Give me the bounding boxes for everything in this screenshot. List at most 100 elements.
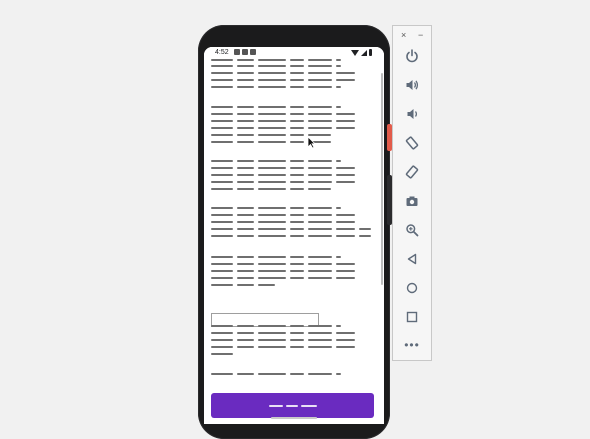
- text-placeholder-line: [308, 221, 332, 223]
- text-placeholder-line: [211, 59, 233, 61]
- text-placeholder-line: [258, 160, 286, 162]
- text-placeholder-line: [308, 72, 332, 74]
- text-placeholder-line: [308, 113, 332, 115]
- rotate-right-button[interactable]: [401, 161, 423, 183]
- text-placeholder-line: [258, 235, 286, 237]
- text-placeholder-line: [290, 221, 304, 223]
- text-placeholder-line: [290, 134, 304, 136]
- more-button[interactable]: •••: [401, 334, 423, 356]
- rotate-right-icon: [405, 165, 419, 179]
- text-placeholder-line: [211, 332, 233, 334]
- scroll-content[interactable]: [204, 59, 384, 424]
- text-placeholder-line: [290, 106, 304, 108]
- text-placeholder-line: [237, 65, 254, 67]
- text-placeholder-line: [290, 59, 304, 61]
- text-placeholder-line: [258, 72, 286, 74]
- text-placeholder-line: [290, 270, 304, 272]
- back-button[interactable]: [401, 248, 423, 270]
- text-placeholder-line: [211, 339, 233, 341]
- text-placeholder-line: [258, 113, 286, 115]
- emulator-toolbar: × − •••: [392, 25, 432, 361]
- text-placeholder-line: [308, 270, 332, 272]
- text-placeholder-line: [308, 235, 332, 237]
- text-placeholder-line: [258, 277, 286, 279]
- text-placeholder-line: [237, 228, 254, 230]
- text-placeholder-line: [258, 181, 286, 183]
- text-placeholder-line: [237, 221, 254, 223]
- text-placeholder-line: [211, 181, 233, 183]
- volume-up-icon: [406, 80, 419, 90]
- text-placeholder-line: [290, 373, 304, 375]
- text-placeholder-line: [290, 181, 304, 183]
- text-placeholder-line: [290, 79, 304, 81]
- status-time: 4:52: [215, 49, 229, 56]
- status-bar: 4:52: [204, 47, 384, 59]
- text-placeholder-line: [336, 214, 355, 216]
- minimize-icon[interactable]: −: [418, 30, 423, 40]
- back-icon: [407, 253, 417, 265]
- text-placeholder-line: [258, 141, 286, 143]
- power-button[interactable]: [401, 45, 423, 67]
- zoom-button[interactable]: [401, 219, 423, 241]
- text-placeholder-line: [336, 65, 341, 67]
- text-placeholder-line: [258, 256, 286, 258]
- scrollbar[interactable]: [381, 73, 383, 285]
- text-placeholder-line: [336, 127, 355, 129]
- text-placeholder-line: [308, 373, 332, 375]
- text-placeholder-line: [237, 373, 254, 375]
- text-placeholder-line: [237, 59, 254, 61]
- text-placeholder-line: [258, 221, 286, 223]
- text-placeholder-line: [258, 346, 286, 348]
- text-placeholder-line: [290, 120, 304, 122]
- text-placeholder-line: [336, 346, 355, 348]
- close-icon[interactable]: ×: [401, 30, 406, 40]
- screenshot-button[interactable]: [401, 190, 423, 212]
- text-placeholder-line: [336, 113, 355, 115]
- text-placeholder-line: [336, 86, 341, 88]
- rotate-left-button[interactable]: [401, 132, 423, 154]
- text-placeholder-line: [237, 120, 254, 122]
- text-placeholder-line: [290, 325, 304, 327]
- text-placeholder-line: [290, 65, 304, 67]
- text-placeholder-line: [308, 160, 332, 162]
- text-placeholder-line: [308, 228, 332, 230]
- text-placeholder-line: [211, 277, 233, 279]
- text-placeholder-line: [258, 86, 286, 88]
- text-placeholder-line: [211, 214, 233, 216]
- volume-down-button[interactable]: [401, 103, 423, 125]
- primary-button[interactable]: [211, 393, 374, 418]
- text-placeholder-line: [336, 339, 355, 341]
- overview-button[interactable]: [401, 306, 423, 328]
- camera-icon: [406, 196, 418, 206]
- rotate-left-icon: [405, 136, 419, 150]
- text-placeholder-line: [308, 86, 332, 88]
- text-placeholder-line: [258, 174, 286, 176]
- home-button[interactable]: [401, 277, 423, 299]
- text-placeholder-line: [211, 86, 233, 88]
- volume-up-button[interactable]: [401, 74, 423, 96]
- text-placeholder-line: [258, 120, 286, 122]
- text-placeholder-line: [237, 263, 254, 265]
- text-placeholder-line: [290, 174, 304, 176]
- text-placeholder-line: [237, 141, 254, 143]
- text-placeholder-line: [258, 59, 286, 61]
- text-placeholder-line: [336, 174, 355, 176]
- text-placeholder-line: [308, 277, 332, 279]
- text-placeholder-line: [336, 72, 355, 74]
- text-placeholder-line: [237, 235, 254, 237]
- text-placeholder-line: [258, 214, 286, 216]
- gesture-nav-bar[interactable]: [271, 417, 317, 419]
- notification-icon: [242, 49, 248, 55]
- text-placeholder-line: [336, 120, 355, 122]
- text-placeholder-line: [290, 339, 304, 341]
- text-placeholder-line: [336, 228, 355, 230]
- text-placeholder-line: [308, 106, 332, 108]
- text-placeholder-line: [211, 174, 233, 176]
- text-placeholder-line: [359, 235, 371, 237]
- text-placeholder-line: [290, 277, 304, 279]
- text-placeholder-line: [211, 263, 233, 265]
- text-placeholder-line: [308, 332, 332, 334]
- text-placeholder-line: [211, 235, 233, 237]
- text-placeholder-line: [290, 113, 304, 115]
- button-label-placeholder: [269, 405, 283, 407]
